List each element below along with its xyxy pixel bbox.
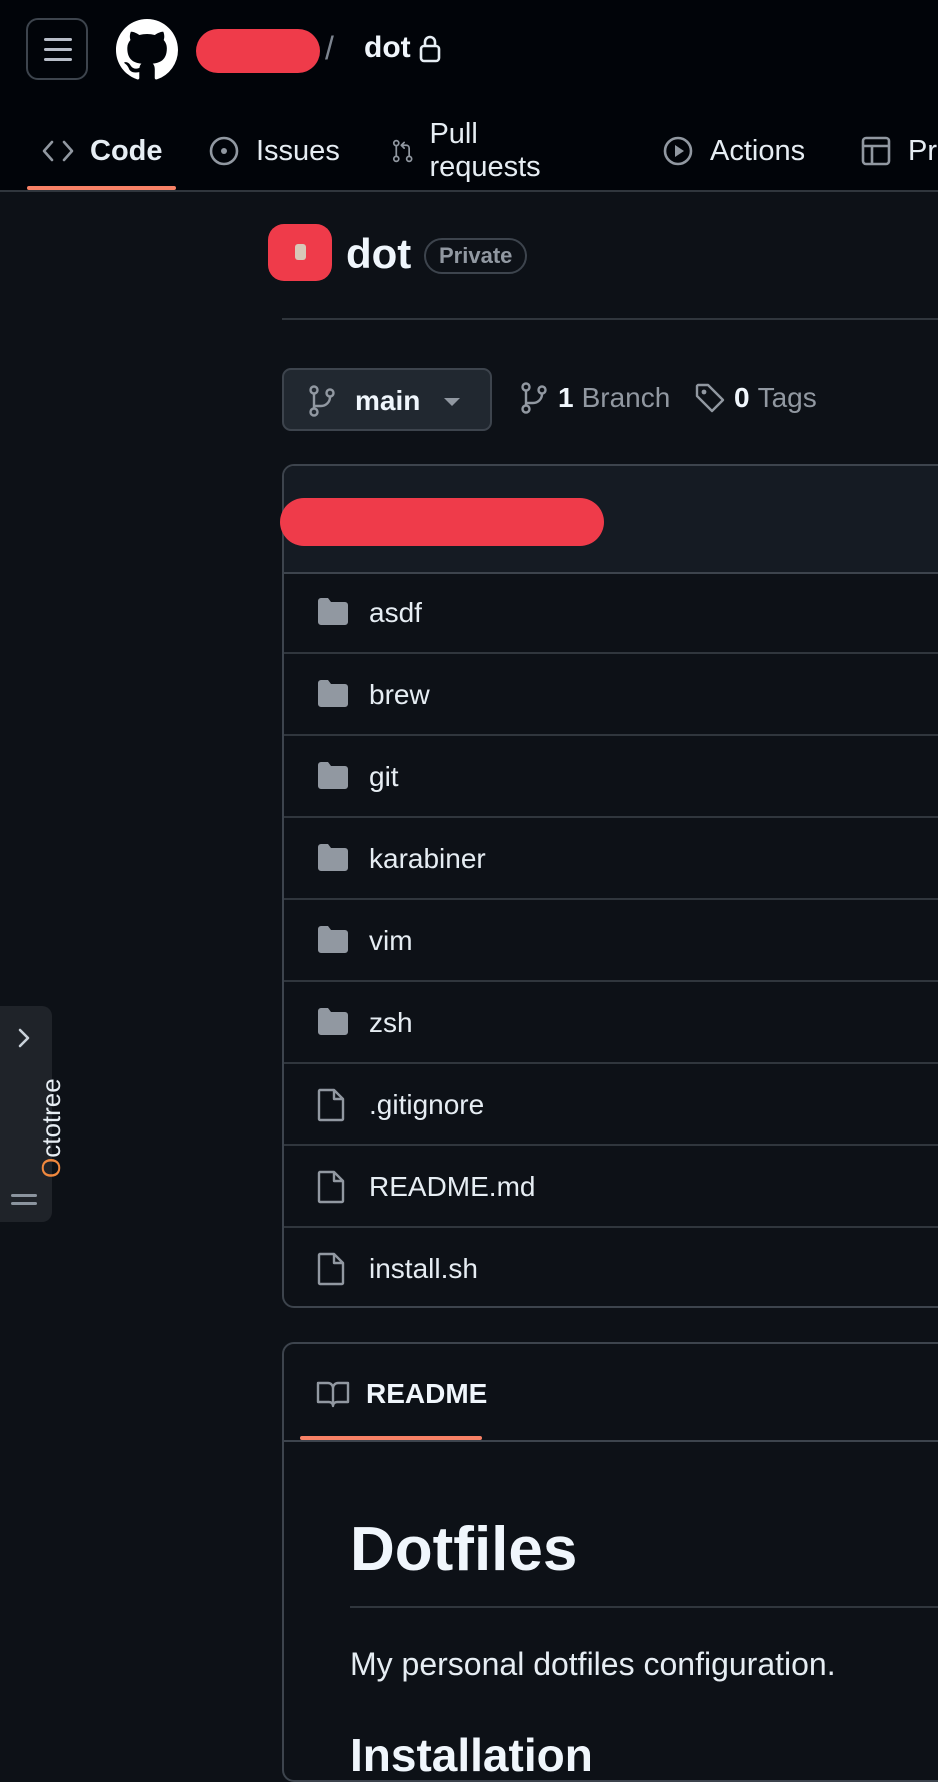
readme-tab-indicator — [300, 1436, 482, 1440]
folder-icon — [318, 926, 348, 953]
git-pull-request-icon — [392, 139, 413, 163]
file-row[interactable]: git — [284, 736, 938, 818]
tags-link[interactable]: 0 Tags — [694, 382, 817, 414]
chevron-down-icon — [444, 398, 460, 406]
folder-icon — [318, 844, 348, 871]
file-icon — [317, 1088, 345, 1122]
file-row[interactable]: brew — [284, 654, 938, 736]
repo-avatar — [268, 224, 332, 281]
file-name[interactable]: README.md — [369, 1171, 535, 1203]
tab-actions[interactable]: Actions — [662, 110, 805, 192]
issue-opened-icon — [209, 136, 239, 166]
git-branch-icon — [521, 382, 547, 414]
file-name[interactable]: asdf — [369, 597, 422, 629]
commit-author-redacted[interactable] — [280, 498, 604, 546]
title-divider — [282, 318, 938, 320]
file-row[interactable]: README.md — [284, 1146, 938, 1228]
table-icon — [861, 136, 891, 166]
file-name[interactable]: .gitignore — [369, 1089, 484, 1121]
breadcrumb-separator: / — [325, 30, 334, 66]
branches-link[interactable]: 1 Branch — [520, 382, 670, 414]
tab-projects[interactable]: Pr — [860, 110, 937, 192]
octotree-toggle[interactable]: Octotree — [0, 1006, 66, 1222]
file-row[interactable]: .gitignore — [284, 1064, 938, 1146]
branch-count: 1 — [558, 382, 574, 413]
file-icon — [317, 1170, 345, 1204]
active-tab-indicator — [27, 186, 176, 190]
drag-handle-icon[interactable] — [11, 1194, 37, 1210]
current-branch-name: main — [355, 385, 421, 416]
branch-selector-button[interactable]: main — [282, 368, 492, 431]
folder-icon — [318, 762, 348, 789]
file-name[interactable]: brew — [369, 679, 430, 711]
hamburger-menu-button[interactable] — [26, 18, 88, 80]
owner-name-redacted[interactable] — [196, 29, 320, 73]
file-name[interactable]: karabiner — [369, 843, 486, 875]
breadcrumb-repo-link[interactable]: dot — [364, 31, 411, 65]
visibility-badge: Private — [424, 238, 528, 274]
folder-icon — [318, 598, 348, 625]
github-logo-icon[interactable] — [116, 19, 178, 81]
file-name[interactable]: zsh — [369, 1007, 413, 1039]
lock-icon — [419, 35, 441, 63]
readme-tab-label: README — [366, 1378, 488, 1409]
octotree-label: Octotree — [36, 1078, 66, 1178]
file-row[interactable]: install.sh — [284, 1228, 938, 1306]
tab-code[interactable]: Code — [42, 110, 163, 192]
readme-subheading: Installation — [350, 1729, 593, 1781]
file-name[interactable]: install.sh — [369, 1253, 478, 1285]
file-row[interactable]: zsh — [284, 982, 938, 1064]
readme-tab[interactable]: README — [316, 1378, 487, 1410]
file-row[interactable]: vim — [284, 900, 938, 982]
file-row[interactable]: karabiner — [284, 818, 938, 900]
tab-code-label: Code — [90, 134, 163, 167]
file-row[interactable]: asdf — [284, 572, 938, 654]
folder-icon — [318, 1008, 348, 1035]
tab-projects-label: Pr — [908, 134, 937, 167]
tab-issues-label: Issues — [256, 134, 340, 167]
file-name[interactable]: vim — [369, 925, 413, 957]
heading-rule — [350, 1606, 938, 1608]
git-branch-icon — [309, 385, 335, 417]
tag-count: 0 — [734, 382, 750, 413]
play-icon — [663, 136, 693, 166]
file-icon — [317, 1252, 345, 1286]
chevron-right-icon — [18, 1028, 30, 1048]
code-icon — [42, 140, 74, 162]
readme-heading: Dotfiles — [350, 1515, 578, 1584]
readme-panel: README Dotfiles My personal dotfiles con… — [282, 1342, 938, 1782]
book-icon — [316, 1381, 350, 1408]
readme-divider — [284, 1440, 938, 1442]
tab-pull-requests-label: Pull requests — [429, 118, 541, 183]
repo-header: / dot Code Issues Pull requests Actions … — [0, 0, 938, 192]
tag-icon — [695, 383, 725, 413]
readme-description: My personal dotfiles configuration. — [350, 1646, 836, 1682]
tab-pull-requests[interactable]: Pull requests — [392, 110, 549, 192]
tab-issues[interactable]: Issues — [208, 110, 340, 192]
repo-title[interactable]: dot — [346, 230, 411, 278]
folder-icon — [318, 680, 348, 707]
tab-actions-label: Actions — [710, 134, 806, 167]
tag-label: Tags — [757, 382, 817, 413]
file-list: asdf brew git karabiner vim zsh .gitigno… — [282, 464, 938, 1308]
file-name[interactable]: git — [369, 761, 399, 793]
branch-label: Branch — [581, 382, 671, 413]
